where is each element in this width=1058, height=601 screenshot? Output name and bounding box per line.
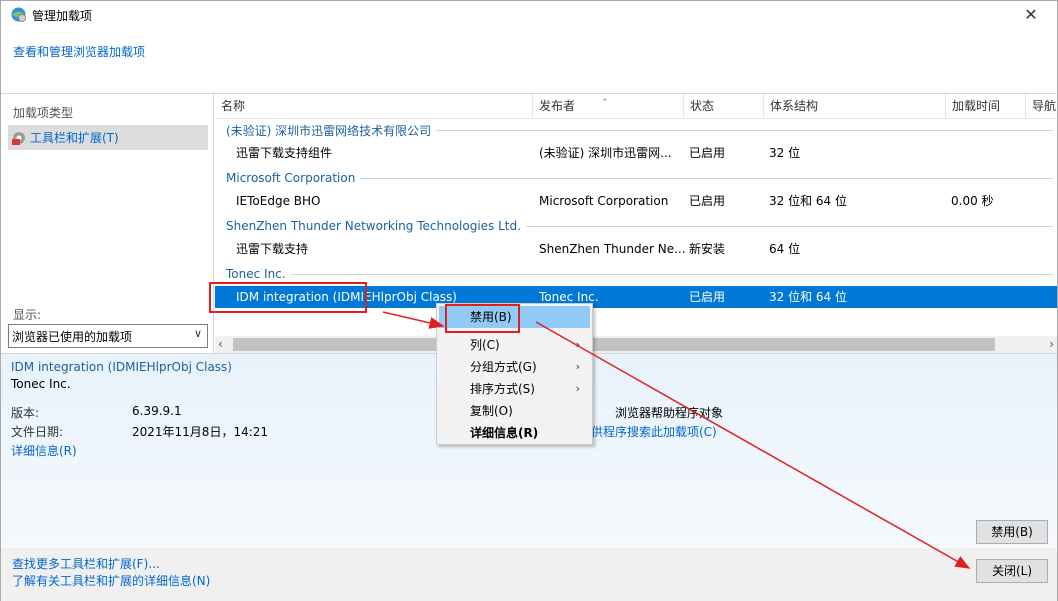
file-date-label: 文件日期:: [11, 425, 64, 439]
show-label: 显示:: [13, 308, 42, 322]
chevron-right-icon: ›: [575, 360, 580, 373]
row-publisher: (未验证) 深圳市迅雷网...: [539, 146, 672, 160]
row-name: 迅雷下载支持: [236, 242, 309, 256]
scroll-right-icon[interactable]: ›: [1049, 336, 1054, 353]
file-date-value: 2021年11月8日，14:21: [132, 425, 269, 439]
version-value: 6.39.9.1: [132, 404, 182, 418]
group-divider: [360, 177, 1053, 179]
ie-globe-icon: [11, 7, 26, 22]
horizontal-scrollbar[interactable]: ‹ ›: [215, 336, 1057, 353]
row-status: 已启用: [689, 194, 726, 208]
column-header-architecture[interactable]: 体系结构: [764, 94, 946, 119]
menu-item-label: 复制(O): [470, 404, 513, 418]
group-divider: [525, 225, 1053, 227]
addon-type-value: 浏览器帮助程序对象: [615, 406, 724, 420]
table-row[interactable]: 迅雷下载支持组件 (未验证) 深圳市迅雷网... 已启用 32 位: [215, 142, 1057, 164]
column-header-navigation[interactable]: 导航: [1026, 94, 1057, 119]
show-dropdown-value: 浏览器已使用的加载项: [12, 329, 133, 344]
row-status: 新安装: [689, 242, 726, 256]
find-more-toolbars-link[interactable]: 查找更多工具栏和扩展(F)...: [12, 555, 160, 572]
row-name: IDM integration (IDMIEHlprObj Class): [236, 290, 457, 304]
menu-item-disable[interactable]: 禁用(B): [439, 306, 590, 328]
menu-item-group-by[interactable]: 分组方式(G) ›: [439, 356, 590, 378]
row-status: 已启用: [689, 146, 726, 160]
menu-item-label: 列(C): [470, 338, 500, 352]
column-header-name[interactable]: 名称: [215, 94, 533, 119]
row-publisher: ShenZhen Thunder Ne...: [539, 242, 686, 256]
sidebar-item-label: 工具栏和扩展(T): [30, 131, 119, 145]
window-title: 管理加载项: [32, 9, 93, 23]
footer: 查找更多工具栏和扩展(F)... 了解有关工具栏和扩展的详细信息(N) 关闭(L…: [1, 548, 1057, 601]
group-header[interactable]: Tonec Inc.: [215, 264, 1057, 284]
close-button[interactable]: 关闭(L): [976, 559, 1048, 583]
chevron-right-icon: ›: [575, 338, 580, 351]
addons-list: 名称 发布者 状态 体系结构 加载时间 导航 ‸ (未验证) 深圳市迅雷网络技术…: [215, 88, 1057, 353]
row-publisher: Microsoft Corporation: [539, 194, 669, 208]
context-menu: 禁用(B) 列(C) › 分组方式(G) › 排序方式(S) › 复制(O) 详…: [436, 303, 593, 445]
manage-addons-window: 管理加载项 ✕ 查看和管理浏览器加载项 加载项类型 工具栏和扩展(T) 显示: …: [0, 0, 1058, 601]
column-header-load-time[interactable]: 加载时间: [946, 94, 1026, 119]
menu-item-sort-by[interactable]: 排序方式(S) ›: [439, 378, 590, 400]
more-info-link[interactable]: 详细信息(R): [11, 442, 77, 459]
group-name: (未验证) 深圳市迅雷网络技术有限公司: [226, 123, 432, 138]
menu-item-more-info[interactable]: 详细信息(R): [439, 422, 590, 444]
table-row[interactable]: 迅雷下载支持 ShenZhen Thunder Ne... 新安装 64 位: [215, 238, 1057, 260]
row-load-time: 0.00 秒: [951, 194, 994, 208]
addon-types-panel: 加载项类型 工具栏和扩展(T) 显示: 浏览器已使用的加载项 ∨: [1, 94, 214, 353]
close-window-button[interactable]: ✕: [1019, 3, 1043, 27]
row-status: 已启用: [689, 290, 726, 304]
menu-item-label: 排序方式(S): [470, 382, 535, 396]
chevron-down-icon: ∨: [193, 327, 202, 340]
column-header-publisher[interactable]: 发布者: [533, 94, 684, 119]
disable-button[interactable]: 禁用(B): [976, 520, 1048, 544]
group-name: Tonec Inc.: [226, 267, 286, 281]
row-architecture: 32 位: [769, 146, 801, 160]
learn-more-toolbars-link[interactable]: 了解有关工具栏和扩展的详细信息(N): [12, 572, 210, 589]
scroll-thumb[interactable]: [233, 338, 995, 351]
group-divider: [290, 273, 1053, 275]
sort-caret-icon: ‸: [603, 88, 607, 101]
group-header[interactable]: ShenZhen Thunder Networking Technologies…: [215, 216, 1057, 236]
menu-item-label: 详细信息(R): [470, 426, 539, 440]
search-addon-link[interactable]: 供程序搜索此加载项(C): [591, 423, 717, 440]
menu-item-copy[interactable]: 复制(O): [439, 400, 590, 422]
row-name: 迅雷下载支持组件: [236, 146, 333, 160]
group-divider: [436, 129, 1053, 131]
show-dropdown[interactable]: 浏览器已使用的加载项 ∨: [8, 324, 208, 348]
version-label: 版本:: [11, 406, 40, 420]
column-header-status[interactable]: 状态: [684, 94, 764, 119]
scroll-left-icon[interactable]: ‹: [218, 336, 223, 353]
menu-item-label: 禁用(B): [470, 310, 512, 324]
row-name: IEToEdge BHO: [236, 194, 321, 208]
group-header[interactable]: Microsoft Corporation: [215, 168, 1057, 188]
table-row[interactable]: IEToEdge BHO Microsoft Corporation 已启用 3…: [215, 190, 1057, 212]
row-architecture: 64 位: [769, 242, 801, 256]
group-header[interactable]: (未验证) 深圳市迅雷网络技术有限公司: [215, 120, 1057, 140]
details-title: IDM integration (IDMIEHlprObj Class): [11, 360, 232, 374]
menu-item-columns[interactable]: 列(C) ›: [439, 334, 590, 356]
group-name: ShenZhen Thunder Networking Technologies…: [226, 219, 521, 233]
chevron-right-icon: ›: [575, 382, 580, 395]
table-row-selected[interactable]: IDM integration (IDMIEHlprObj Class) Ton…: [215, 286, 1057, 308]
row-architecture: 32 位和 64 位: [769, 290, 847, 304]
view-manage-addons-link[interactable]: 查看和管理浏览器加载项: [13, 43, 145, 60]
title-bar: 管理加载项 ✕: [1, 1, 1057, 31]
menu-item-label: 分组方式(G): [470, 360, 537, 374]
group-name: Microsoft Corporation: [226, 171, 356, 185]
details-publisher: Tonec Inc.: [11, 377, 71, 391]
addon-types-label: 加载项类型: [13, 106, 74, 120]
row-architecture: 32 位和 64 位: [769, 194, 847, 208]
list-header: 名称 发布者 状态 体系结构 加载时间 导航 ‸: [215, 88, 1057, 119]
sidebar-item-toolbars-extensions[interactable]: 工具栏和扩展(T): [8, 125, 208, 150]
gear-puzzle-icon: [12, 131, 25, 145]
